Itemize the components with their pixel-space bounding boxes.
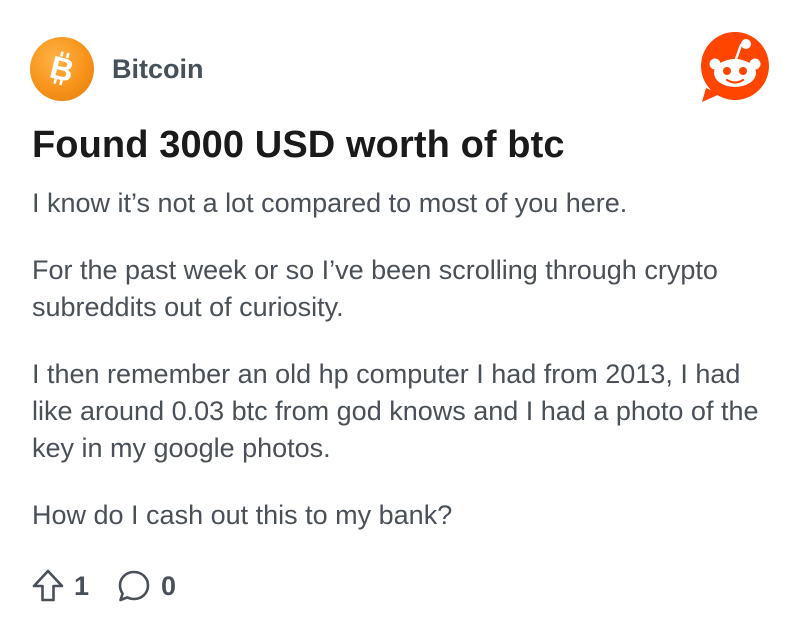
post-actions: 1 0	[32, 566, 176, 606]
reddit-logo-icon[interactable]	[698, 30, 772, 104]
upvote-count: 1	[74, 570, 90, 601]
post-title[interactable]: Found 3000 USD worth of btc	[32, 124, 565, 167]
post-header: B Bitcoin	[30, 37, 204, 101]
post-body: I know it’s not a lot compared to most o…	[32, 185, 772, 564]
upvote-button[interactable]: 1	[32, 569, 89, 603]
bitcoin-logo-icon: B	[46, 49, 77, 89]
post-paragraph: I then remember an old hp computer I had…	[32, 359, 759, 463]
subreddit-name[interactable]: Bitcoin	[112, 54, 204, 85]
comments-button[interactable]: 0	[117, 569, 176, 603]
post-paragraph: How do I cash out this to my bank?	[32, 500, 453, 530]
comment-count: 0	[161, 570, 177, 601]
post-paragraph: I know it’s not a lot compared to most o…	[32, 188, 628, 218]
upvote-arrow-icon	[32, 569, 64, 602]
comment-bubble-icon	[118, 570, 150, 602]
subreddit-avatar[interactable]: B	[30, 37, 94, 101]
post-paragraph: For the past week or so I’ve been scroll…	[32, 255, 718, 322]
